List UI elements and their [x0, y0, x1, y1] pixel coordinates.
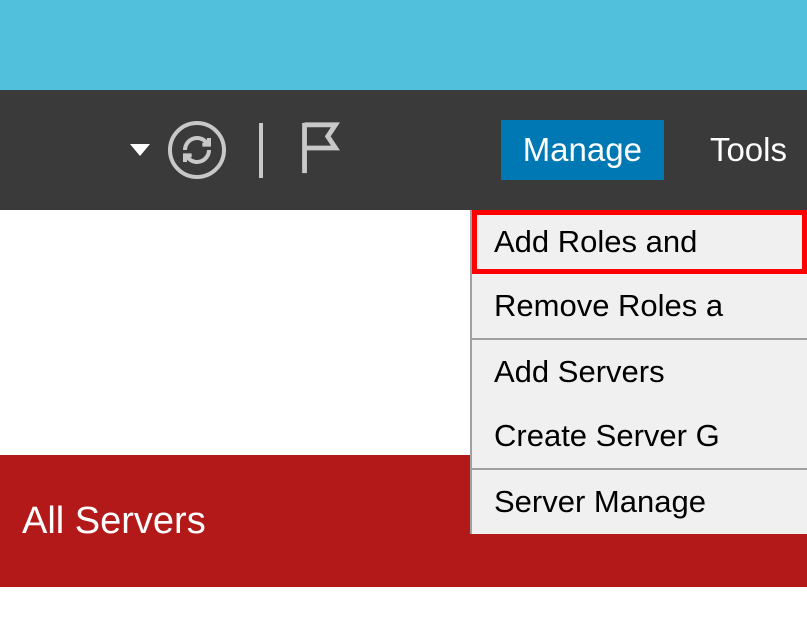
all-servers-label: All Servers [22, 500, 206, 543]
manage-menu[interactable]: Manage [501, 120, 664, 180]
dropdown-arrow-icon[interactable] [130, 144, 150, 156]
manage-dropdown-menu: Add Roles and Remove Roles a Add Servers… [470, 210, 807, 534]
menu-item-add-servers[interactable]: Add Servers [472, 340, 807, 404]
flag-icon [296, 119, 344, 177]
menu-item-create-server-group[interactable]: Create Server G [472, 404, 807, 468]
menu-item-server-manager[interactable]: Server Manage [472, 470, 807, 534]
notifications-flag-button[interactable] [296, 119, 344, 182]
menu-bar: Manage Tools [501, 90, 807, 210]
title-bar [0, 0, 807, 90]
refresh-icon [181, 134, 213, 166]
toolbar-left-group [0, 119, 344, 182]
toolbar-divider [259, 123, 263, 178]
toolbar: Manage Tools [0, 90, 807, 210]
menu-item-remove-roles[interactable]: Remove Roles a [472, 274, 807, 340]
refresh-button[interactable] [168, 121, 226, 179]
tools-menu[interactable]: Tools [688, 120, 807, 180]
menu-item-add-roles[interactable]: Add Roles and [472, 210, 807, 274]
